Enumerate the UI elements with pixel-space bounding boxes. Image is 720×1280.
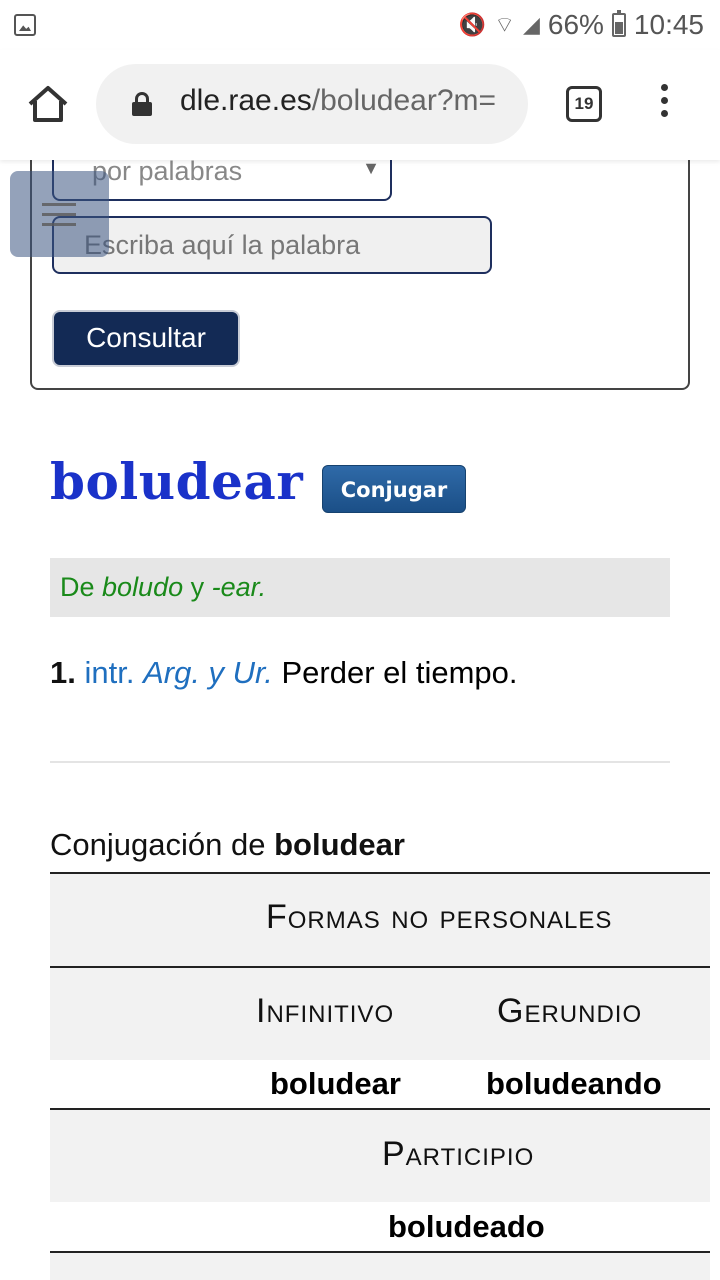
clock: 10:45 (633, 9, 704, 40)
tab-switcher-button[interactable]: 19 (566, 86, 602, 122)
participle-label: Participio (382, 1135, 535, 1173)
conjugation-title-word: boludear (274, 827, 405, 862)
home-button[interactable] (26, 84, 70, 124)
conjugation-title: Conjugación de boludear (50, 827, 405, 863)
definition-1: 1. intr. Arg. y Ur. Perder el tiempo. (50, 655, 518, 691)
consult-button[interactable]: Consultar (52, 310, 240, 367)
region-abbr[interactable]: Arg. y Ur. (143, 655, 273, 690)
gerund-form: boludeando (486, 1066, 662, 1101)
overflow-menu-button[interactable] (656, 84, 672, 124)
hamburger-menu-button[interactable] (10, 171, 109, 257)
url-path: /boludear?m= (311, 84, 497, 117)
participle-form: boludeado (388, 1209, 545, 1244)
wifi-icon: ⌔ (494, 12, 515, 37)
chevron-down-icon: ▼ (362, 158, 380, 178)
definition-number: 1. (50, 655, 76, 690)
lock-icon (132, 92, 152, 116)
more-vert-icon (660, 84, 668, 91)
address-bar[interactable]: dle.rae.es/boludear?m= (96, 64, 528, 144)
etym-base-link[interactable]: boludo (102, 572, 183, 602)
status-icons: 🔇 ⌔ ◢ 66% 10:45 (459, 8, 704, 42)
infinitive-label: Infinitivo (256, 992, 395, 1030)
signal-icon: ◢ (522, 12, 540, 37)
section-title: Formas no personales (266, 898, 613, 936)
conjugate-button[interactable]: Conjugar (322, 465, 466, 513)
etymology: De boludo y -ear. (50, 558, 670, 617)
etym-suffix-link[interactable]: -ear. (212, 572, 267, 602)
battery-icon (611, 10, 626, 37)
gallery-icon (14, 14, 36, 36)
battery-percent: 66% (547, 9, 604, 40)
home-icon (28, 86, 68, 122)
search-input[interactable]: Escriba aquí la palabra (52, 216, 492, 274)
definition-text: Perder el tiempo. (281, 655, 518, 690)
url-domain: dle.rae.es (180, 84, 312, 117)
table-header-band (50, 1110, 710, 1202)
table-header-band (50, 1253, 710, 1280)
grammar-abbr[interactable]: intr. (84, 655, 134, 690)
status-bar: 🔇 ⌔ ◢ 66% 10:45 (0, 0, 720, 50)
etym-joiner: y (190, 572, 205, 602)
mute-icon: 🔇 (458, 12, 487, 37)
browser-toolbar: dle.rae.es/boludear?m= 19 (0, 50, 720, 160)
divider (50, 761, 670, 763)
gerund-label: Gerundio (497, 992, 643, 1030)
url-text[interactable]: dle.rae.es/boludear?m= (180, 84, 510, 124)
headword: boludear (50, 452, 304, 511)
search-mode-value: por palabras (92, 156, 243, 186)
infinitive-form: boludear (270, 1066, 401, 1101)
etym-prefix: De (60, 572, 95, 602)
conjugation-title-prefix: Conjugación de (50, 827, 266, 862)
